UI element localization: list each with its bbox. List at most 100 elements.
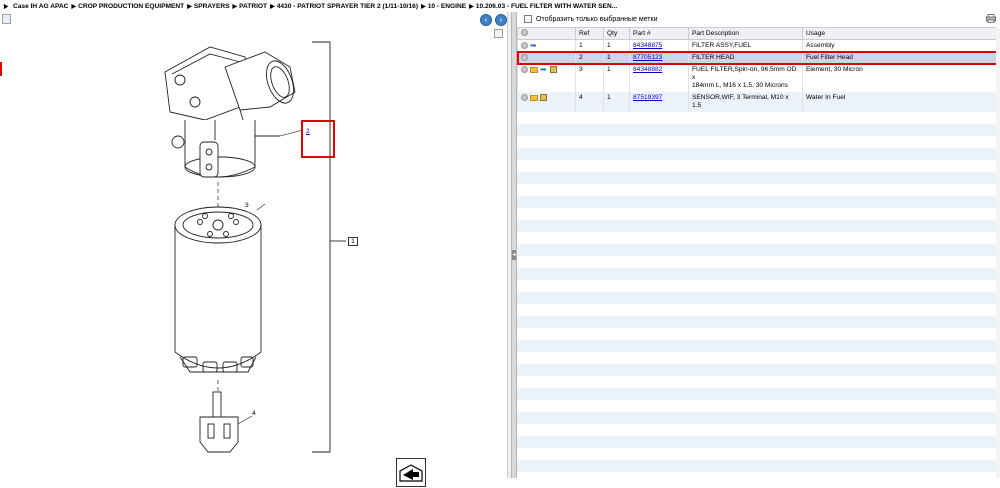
row-status-icon[interactable]	[521, 54, 528, 61]
row-description: FILTER ASSY,FUEL	[688, 39, 803, 52]
breadcrumb-item-sprayers[interactable]: SPRAYERS	[194, 3, 230, 10]
show-selected-only-checkbox[interactable]	[524, 15, 532, 23]
collapse-arrow-icon[interactable]: ◂	[512, 250, 516, 260]
row-ref: 4	[575, 92, 604, 112]
empty-table-area	[517, 112, 996, 478]
breadcrumb-item-patriot[interactable]: PATRIOT	[239, 3, 267, 10]
empty-row	[517, 472, 996, 478]
arrow-right-icon: ›	[499, 15, 503, 24]
row-usage: Element, 30 Micron	[802, 64, 1000, 92]
table-row[interactable]: ➥ 3 1 84348882 FUEL FILTER,Spin-on, 96.5…	[517, 64, 1000, 92]
empty-row	[517, 160, 996, 172]
row-part-link[interactable]: 84348875	[633, 42, 662, 49]
empty-row	[517, 400, 996, 412]
empty-row	[517, 112, 996, 124]
breadcrumb-item-engine[interactable]: 10 - ENGINE	[428, 3, 466, 10]
empty-row	[517, 172, 996, 184]
header-select[interactable]	[517, 27, 576, 40]
table-row-selected[interactable]: 2 1 87705123 FILTER HEAD Fuel Filter Hea…	[517, 52, 1000, 64]
breadcrumb-separator-icon: ▶	[232, 3, 238, 10]
breadcrumb-separator-icon: ▶	[421, 3, 426, 10]
empty-row	[517, 340, 996, 352]
breadcrumb-item-section[interactable]: 10.206.03 - FUEL FILTER WITH WATER SEN..…	[476, 3, 617, 10]
row-qty: 1	[603, 64, 630, 92]
row-part-link[interactable]: 84348882	[633, 66, 662, 73]
empty-row	[517, 328, 996, 340]
maximize-button[interactable]	[494, 29, 503, 38]
header-qty[interactable]: Qty	[603, 27, 630, 40]
header-part-number[interactable]: Part #	[629, 27, 689, 40]
arrow-left-icon: ‹	[484, 15, 488, 24]
package-icon[interactable]	[540, 94, 547, 101]
diagram-pane: 2 1 3 4	[0, 12, 511, 487]
nav-back-button[interactable]: ‹	[480, 14, 492, 26]
fuel-filter-diagram	[164, 41, 346, 453]
link-arrow-icon[interactable]: ➥	[540, 66, 548, 74]
empty-row	[517, 184, 996, 196]
filter-label: Отобразить только выбранные метки	[536, 15, 658, 23]
callout-ref-4[interactable]: 4	[252, 410, 256, 417]
empty-row	[517, 316, 996, 328]
row-usage: Assembly	[802, 39, 1000, 52]
nav-forward-button[interactable]: ›	[495, 14, 507, 26]
row-qty: 1	[603, 92, 630, 112]
empty-row	[517, 448, 996, 460]
empty-row	[517, 124, 996, 136]
arrow-right-icon	[3, 3, 9, 9]
callout-ref-1[interactable]: 1	[348, 237, 358, 246]
folder-icon[interactable]	[530, 66, 538, 73]
selection-marker	[0, 62, 2, 76]
callout-ref-3[interactable]: 3	[245, 202, 249, 209]
breadcrumb-separator-icon: ▶	[71, 3, 77, 10]
breadcrumb-item-model[interactable]: 4430 - PATRIOT SPRAYER TIER 2 (1/11-10/1…	[277, 3, 418, 10]
settings-icon[interactable]	[521, 29, 528, 36]
print-icon[interactable]	[986, 14, 996, 23]
table-scrollbar[interactable]	[996, 27, 1000, 478]
parts-table: Ref Qty Part # Part Description Usage ➥ …	[517, 27, 1000, 112]
row-part-link[interactable]: 87705123	[633, 54, 662, 61]
breadcrumb-item-crop[interactable]: CROP PRODUCTION EQUIPMENT	[78, 3, 184, 10]
empty-row	[517, 196, 996, 208]
folder-icon[interactable]	[530, 94, 538, 101]
table-row[interactable]: 4 1 87519397 SENSOR,WIF, 3 Terminal, M10…	[517, 92, 1000, 112]
empty-row	[517, 424, 996, 436]
breadcrumb-separator-icon: ▶	[469, 3, 474, 10]
breadcrumb-separator-icon: ▶	[187, 3, 192, 10]
header-ref[interactable]: Ref	[575, 27, 604, 40]
empty-row	[517, 268, 996, 280]
empty-row	[517, 220, 996, 232]
empty-row	[517, 304, 996, 316]
row-description: SENSOR,WIF, 3 Terminal, M10 x 1.5	[688, 92, 803, 112]
empty-row	[517, 292, 996, 304]
row-ref: 1	[575, 39, 604, 52]
row-status-icon[interactable]	[521, 94, 528, 101]
breadcrumb-item-brand[interactable]: Case IH AG APAC	[13, 3, 68, 10]
empty-row	[517, 244, 996, 256]
empty-row	[517, 232, 996, 244]
export-button[interactable]	[396, 458, 426, 487]
row-description-line-2: 184mm L, M16 x 1.5, 30 Microns	[692, 82, 789, 89]
header-description[interactable]: Part Description	[688, 27, 803, 40]
table-row[interactable]: ➥ 1 1 84348875 FILTER ASSY,FUEL Assembly	[517, 39, 1000, 52]
row-qty: 1	[603, 52, 630, 64]
row-usage: Water In Fuel	[802, 92, 1000, 112]
breadcrumb-separator-icon: ▶	[270, 3, 275, 10]
row-status-icon[interactable]	[521, 42, 528, 49]
package-icon[interactable]	[550, 66, 557, 73]
header-usage[interactable]: Usage	[802, 27, 1000, 40]
row-description: FUEL FILTER,Spin-on, 96.5mm OD x 184mm L,…	[688, 64, 803, 92]
toolbar-icon[interactable]	[2, 14, 11, 24]
export-arrow-icon	[399, 464, 423, 482]
empty-row	[517, 436, 996, 448]
row-qty: 1	[603, 39, 630, 52]
empty-row	[517, 280, 996, 292]
row-description-line-1: FUEL FILTER,Spin-on, 96.5mm OD x	[692, 66, 797, 81]
empty-row	[517, 412, 996, 424]
table-header-row: Ref Qty Part # Part Description Usage	[517, 27, 1000, 40]
link-arrow-icon[interactable]: ➥	[530, 42, 538, 50]
row-status-icon[interactable]	[521, 66, 528, 73]
empty-row	[517, 256, 996, 268]
empty-row	[517, 376, 996, 388]
row-usage: Fuel Filter Head	[802, 52, 1000, 64]
row-part-link[interactable]: 87519397	[633, 94, 662, 101]
